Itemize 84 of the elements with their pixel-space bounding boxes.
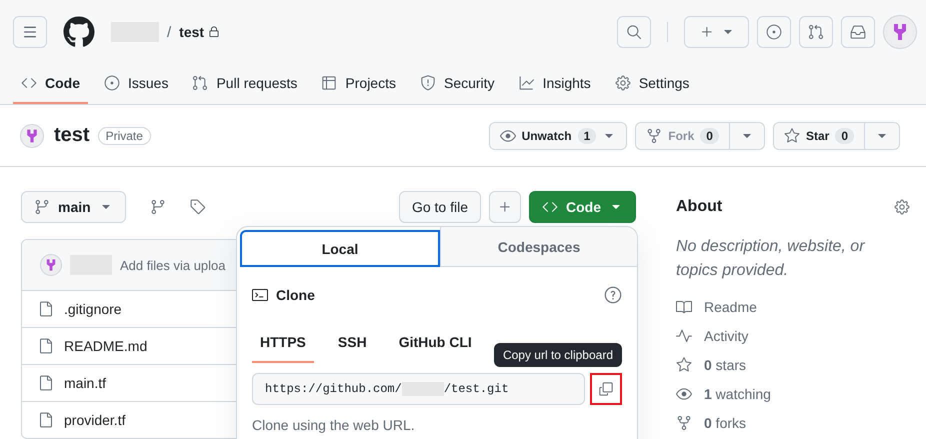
about-link[interactable]: Readme [704, 299, 757, 315]
file-icon [38, 301, 54, 317]
go-to-file-button[interactable]: Go to file [398, 191, 481, 223]
copy-icon [598, 381, 614, 397]
pulse-icon [676, 328, 692, 344]
fork-icon [646, 128, 662, 144]
branch-icon [34, 199, 50, 215]
nav-tab[interactable]: Pull requests [184, 64, 306, 104]
path-separator: / [167, 24, 172, 40]
counter: 0 [700, 128, 719, 144]
about-link[interactable]: Activity [704, 328, 748, 344]
nav-tab[interactable]: Insights [510, 64, 599, 104]
code-icon [21, 75, 37, 91]
tooltip: Copy url to clipboard [494, 343, 622, 367]
shield-icon [420, 75, 436, 91]
issues-button[interactable] [757, 16, 791, 48]
avatar-icon [24, 128, 40, 144]
branch-button[interactable]: main [21, 191, 126, 223]
counter: 1 [578, 128, 596, 144]
table-icon [321, 75, 338, 91]
star-button[interactable]: Star 0 [774, 122, 864, 148]
eye-icon [500, 128, 516, 144]
clone-method-tab[interactable]: GitHub CLI [390, 323, 480, 363]
user-avatar[interactable] [883, 15, 917, 49]
branch-icon [150, 199, 166, 215]
popup-tab[interactable]: Codespaces [440, 227, 637, 267]
counter: 0 [835, 128, 854, 144]
code-button[interactable]: Code [529, 191, 636, 223]
nav-tab[interactable]: Security [412, 64, 503, 104]
clone-hint: Clone using the web URL. [252, 417, 416, 433]
nav-tab[interactable]: Settings [606, 64, 698, 104]
about-link[interactable]: 0 forks [704, 415, 746, 431]
about-title: About [676, 198, 722, 216]
popup-tab[interactable]: Local [240, 230, 440, 267]
search-button[interactable] [617, 16, 651, 48]
file-icon [38, 412, 54, 428]
inbox-icon [850, 24, 866, 40]
nav-tab[interactable]: Code [13, 64, 88, 104]
file-link[interactable]: main.tf [64, 375, 106, 391]
star-icon [676, 357, 692, 373]
logo-icon[interactable] [63, 16, 95, 48]
search-icon [626, 24, 642, 40]
menu-button[interactable] [13, 16, 47, 48]
file-icon [38, 375, 54, 391]
repo-title: test [54, 124, 90, 147]
about-description: No description, website, or topics provided. [676, 237, 866, 281]
settings-icon [614, 75, 631, 91]
fork-icon [676, 415, 692, 431]
file-link[interactable]: provider.tf [64, 412, 126, 428]
fork-button[interactable]: Fork 0 [636, 122, 729, 148]
pull-request-icon [808, 24, 824, 40]
settings-icon[interactable] [894, 199, 910, 215]
about-link[interactable]: 1 watching [704, 386, 771, 402]
file-link[interactable]: .gitignore [64, 301, 122, 317]
eye-icon [676, 386, 692, 402]
clone-method-tab[interactable]: HTTPS [252, 323, 314, 363]
repo-link[interactable]: test [179, 24, 220, 40]
about-link[interactable]: 0 stars [704, 357, 746, 373]
file-icon [38, 338, 54, 354]
issue-icon [104, 75, 120, 91]
watch-button[interactable]: Unwatch 1 [490, 122, 626, 148]
inbox-button[interactable] [841, 16, 875, 48]
menu-icon [22, 24, 38, 40]
tag-icon [190, 199, 206, 215]
book-icon [676, 299, 692, 315]
pull-requests-button[interactable] [799, 16, 833, 48]
clone-method-tab[interactable]: SSH [330, 323, 375, 363]
lock-icon [208, 26, 220, 38]
help-icon[interactable] [604, 286, 622, 304]
file-link[interactable]: README.md [64, 338, 148, 354]
avatar-icon [44, 258, 58, 272]
graph-icon [518, 75, 535, 91]
terminal-icon [252, 287, 268, 303]
visibility-label: Private [98, 126, 151, 144]
issue-icon [766, 24, 782, 40]
url-field[interactable]: https://github.com/ /test.git [252, 373, 585, 405]
nav-tab[interactable]: Issues [96, 64, 176, 104]
pull-request-icon [192, 75, 208, 91]
code-icon [542, 199, 558, 215]
commit-message[interactable]: Add files via uploa [120, 258, 226, 272]
nav-tab[interactable]: Projects [313, 64, 404, 104]
star-icon [784, 128, 800, 144]
clone-title: Clone [276, 287, 316, 303]
copy-button[interactable] [590, 373, 622, 405]
